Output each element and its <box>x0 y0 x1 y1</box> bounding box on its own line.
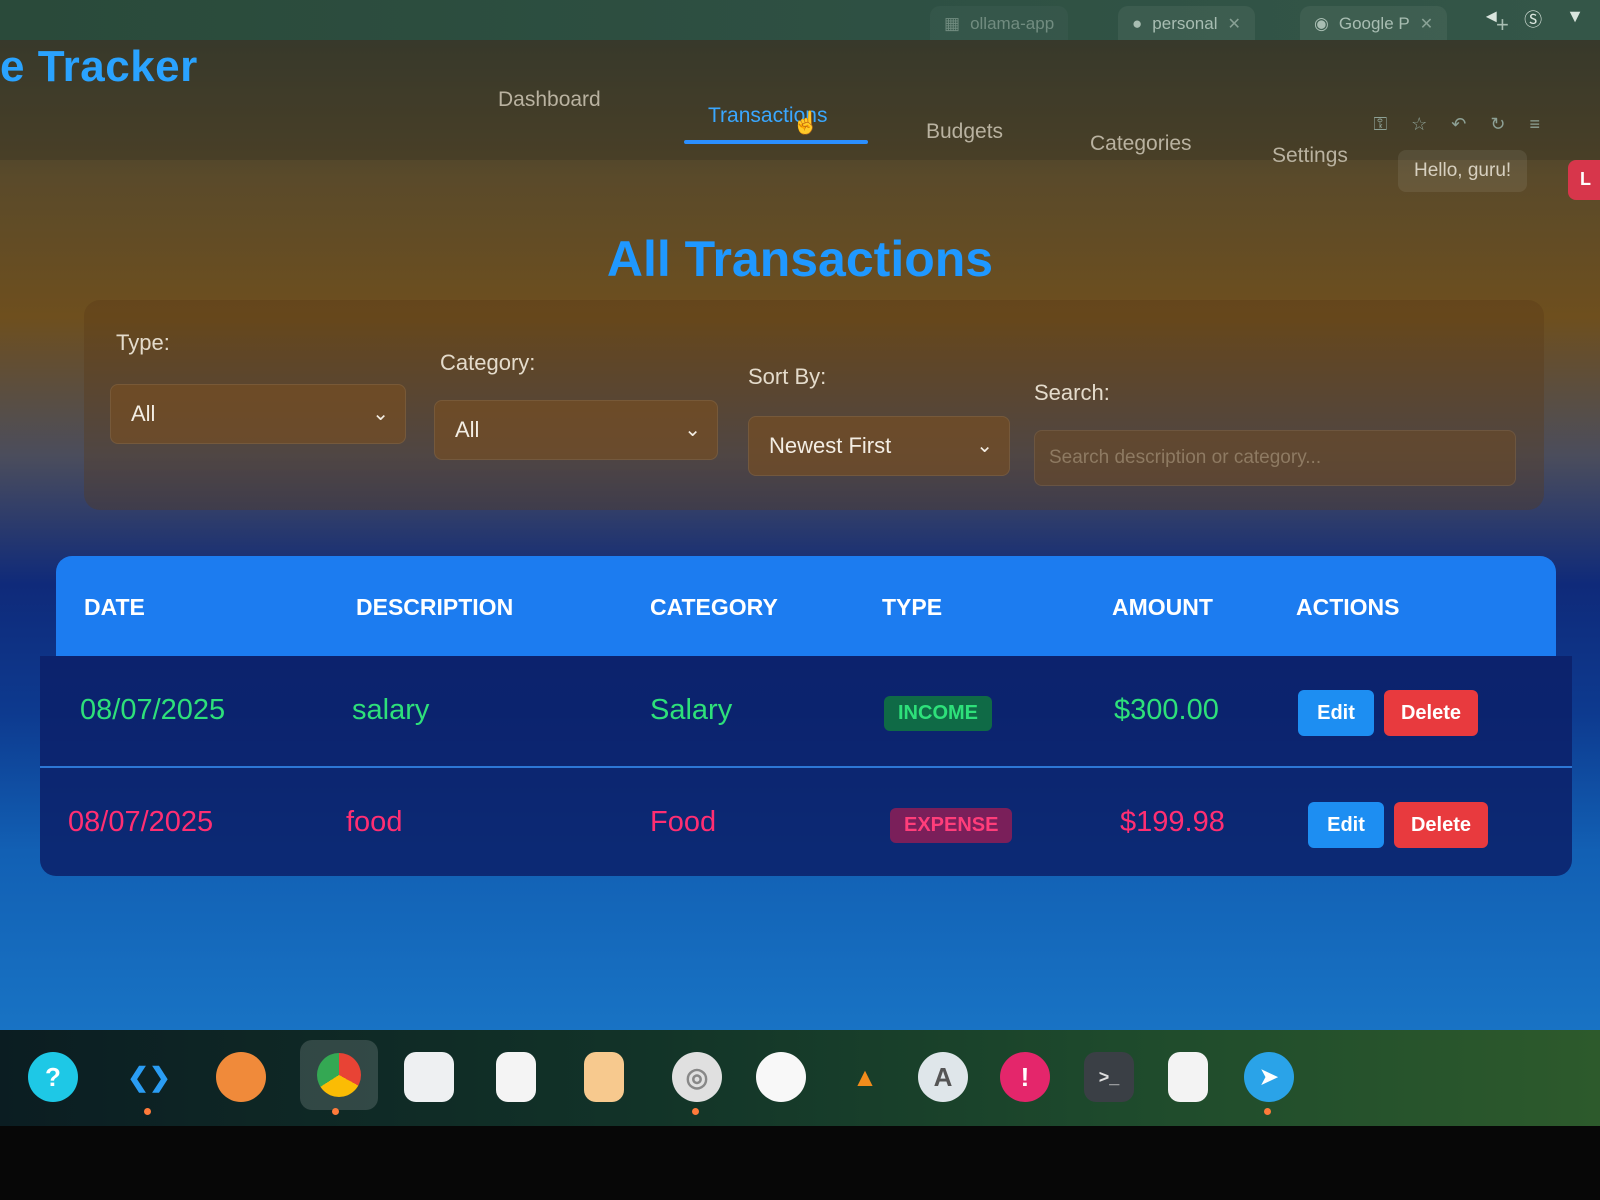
chevron-down-icon: ⌄ <box>372 403 389 425</box>
monitor-bezel <box>0 1126 1600 1200</box>
taskbar: ? ❮❯ ◎ ▲ A ! >_ ➤ <box>0 1030 1600 1126</box>
row-amount: $199.98 <box>1120 806 1225 838</box>
logout-button[interactable]: L <box>1568 160 1600 200</box>
app-icon: ▦ <box>944 14 961 33</box>
notes-icon[interactable] <box>1168 1052 1208 1102</box>
vlc-icon[interactable]: ▲ <box>840 1052 890 1102</box>
category-select-value: All <box>455 417 480 442</box>
header-type[interactable]: TYPE <box>882 594 942 621</box>
white-circle-icon[interactable] <box>756 1052 806 1102</box>
help-icon[interactable]: ? <box>28 1052 78 1102</box>
delete-button[interactable]: Delete <box>1394 802 1488 848</box>
chrome-icon: ◉ <box>1314 14 1329 33</box>
reload-icon[interactable]: ↻ <box>1490 114 1505 135</box>
nav-dashboard[interactable]: Dashboard <box>498 88 601 112</box>
user-greeting: Hello, guru! <box>1398 150 1528 192</box>
chrome-icon[interactable] <box>300 1040 378 1110</box>
search-label: Search: <box>1034 380 1110 405</box>
category-filter-label: Category: <box>440 350 536 375</box>
table-body: 08/07/2025 salary Salary INCOME $300.00 … <box>40 656 1572 876</box>
tab-label: personal <box>1152 14 1218 33</box>
telegram-icon[interactable]: ➤ <box>1244 1052 1294 1102</box>
vscode-icon[interactable]: ❮❯ <box>124 1052 174 1102</box>
hand-cursor-icon: ☝ <box>792 110 820 135</box>
type-badge-expense: EXPENSE <box>890 808 1013 843</box>
app-a-icon[interactable]: A <box>918 1052 968 1102</box>
row-category: Salary <box>650 694 733 726</box>
terminal-icon[interactable]: >_ <box>1084 1052 1134 1102</box>
tab-label: Google P <box>1338 14 1410 33</box>
running-indicator <box>692 1108 699 1115</box>
star-icon[interactable]: ☆ <box>1411 114 1427 135</box>
telegram-icon[interactable]: ◄ <box>1482 6 1500 32</box>
back-icon[interactable]: ↶ <box>1451 114 1466 135</box>
skype-icon[interactable]: Ⓢ <box>1524 6 1542 32</box>
edit-button[interactable]: Edit <box>1298 690 1374 736</box>
type-filter-label: Type: <box>116 330 170 355</box>
sort-filter-label: Sort By: <box>748 364 827 389</box>
filters-panel: Type: All ⌄ Category: All ⌄ Sort By: New… <box>84 300 1544 510</box>
nav-settings[interactable]: Settings <box>1272 144 1348 168</box>
system-tray: ◄ Ⓢ ▼ <box>1482 6 1584 32</box>
brand-logo[interactable]: e Tracker <box>0 42 198 92</box>
row-amount: $300.00 <box>1114 694 1219 726</box>
type-select-value: All <box>131 401 156 426</box>
close-icon[interactable]: ✕ <box>1420 14 1433 34</box>
row-date: 08/07/2025 <box>68 806 214 838</box>
chevron-down-icon: ⌄ <box>976 435 993 457</box>
nav-budgets[interactable]: Budgets <box>926 120 1003 144</box>
header-description[interactable]: DESCRIPTION <box>356 594 513 621</box>
settings-icon[interactable]: ◎ <box>672 1052 722 1102</box>
document-icon[interactable] <box>584 1052 624 1102</box>
row-description: food <box>346 806 403 838</box>
type-select[interactable]: All ⌄ <box>110 384 406 444</box>
github-icon: ● <box>1132 14 1143 33</box>
chevron-down-icon: ⌄ <box>684 419 701 441</box>
browser-toolbar: ⚿ ☆ ↶ ↻ ≡ <box>1373 114 1540 135</box>
running-indicator <box>332 1108 339 1115</box>
header-date[interactable]: DATE <box>84 594 145 621</box>
search-input[interactable]: Search description or category... <box>1034 430 1516 486</box>
app-orange-icon[interactable] <box>216 1052 266 1102</box>
files-icon[interactable] <box>404 1052 454 1102</box>
table-row: 08/07/2025 food Food EXPENSE $199.98 Edi… <box>40 766 1572 876</box>
edit-button[interactable]: Edit <box>1308 802 1384 848</box>
menu-icon[interactable]: ≡ <box>1529 114 1540 135</box>
app-window: e Tracker Dashboard Transactions ☝ Budge… <box>0 40 1600 1030</box>
category-select[interactable]: All ⌄ <box>434 400 718 460</box>
tab-label: ollama-app <box>970 14 1055 33</box>
table-row: 08/07/2025 salary Salary INCOME $300.00 … <box>40 656 1572 766</box>
table-header: DATE DESCRIPTION CATEGORY TYPE AMOUNT AC… <box>56 556 1556 656</box>
browser-tab-1[interactable]: ▦ ollama-app <box>930 6 1068 42</box>
key-icon[interactable]: ⚿ <box>1373 114 1387 135</box>
running-indicator <box>144 1108 151 1115</box>
wifi-icon[interactable]: ▼ <box>1566 6 1584 32</box>
alert-icon[interactable]: ! <box>1000 1052 1050 1102</box>
header-category[interactable]: CATEGORY <box>650 594 778 621</box>
sort-select[interactable]: Newest First ⌄ <box>748 416 1010 476</box>
delete-button[interactable]: Delete <box>1384 690 1478 736</box>
transactions-table: DATE DESCRIPTION CATEGORY TYPE AMOUNT AC… <box>32 556 1572 886</box>
sort-select-value: Newest First <box>769 433 892 458</box>
row-category: Food <box>650 806 717 838</box>
browser-tab-2[interactable]: ● personal ✕ <box>1118 6 1255 42</box>
active-nav-underline <box>684 140 868 144</box>
close-icon[interactable]: ✕ <box>1228 14 1241 34</box>
browser-tab-3[interactable]: ◉ Google P ✕ <box>1300 6 1448 42</box>
row-date: 08/07/2025 <box>80 694 226 726</box>
text-editor-icon[interactable] <box>496 1052 536 1102</box>
row-description: salary <box>352 694 430 726</box>
running-indicator <box>1264 1108 1271 1115</box>
navbar: e Tracker Dashboard Transactions ☝ Budge… <box>0 40 1600 200</box>
header-actions: ACTIONS <box>1296 594 1400 620</box>
type-badge-income: INCOME <box>884 696 992 731</box>
header-amount[interactable]: AMOUNT <box>1112 594 1213 621</box>
nav-categories[interactable]: Categories <box>1090 132 1192 156</box>
page-title: All Transactions <box>606 231 994 287</box>
